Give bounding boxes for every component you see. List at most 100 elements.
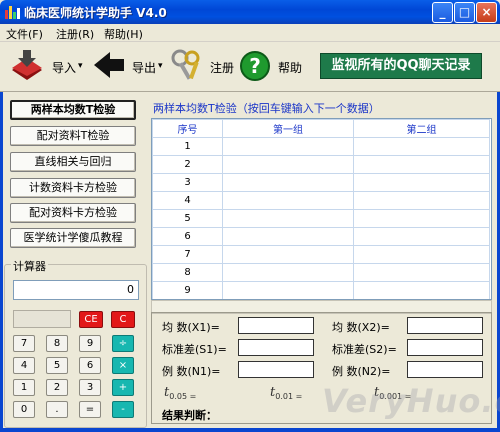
cell-group1[interactable] (222, 245, 354, 264)
back-arrow-icon[interactable] (92, 50, 126, 80)
window-title: 临床医师统计学助手 V4.0 (24, 6, 167, 20)
col-header-group2: 第二组 (353, 119, 490, 138)
col-header-group1: 第一组 (222, 119, 354, 138)
import-dropdown-icon[interactable]: ▾ (78, 61, 83, 71)
promo-banner[interactable]: 监视所有的QQ聊天记录 (320, 53, 482, 79)
data-grid[interactable]: 序号 第一组 第二组 1 2 3 4 5 6 7 8 9 (151, 118, 492, 300)
close-button[interactable]: × (476, 2, 497, 23)
btn-linear-regression[interactable]: 直线相关与回归 (10, 152, 136, 172)
calc-key-6[interactable]: 6 (79, 357, 101, 374)
calc-key-5[interactable]: 5 (46, 357, 68, 374)
calc-key-2[interactable]: 2 (46, 379, 68, 396)
table-row[interactable]: 7 (152, 245, 490, 264)
n1-field[interactable] (238, 361, 314, 378)
help-label[interactable]: 帮助 (278, 59, 302, 76)
menu-register[interactable]: 注册(R) (56, 26, 94, 42)
cell-group2[interactable] (353, 281, 490, 299)
cell-group2[interactable] (353, 209, 490, 228)
menu-bar: 文件(F) 注册(R) 帮助(H) (0, 24, 500, 42)
btn-tutorial[interactable]: 医学统计学傻瓜教程 (10, 228, 136, 248)
calc-c-button[interactable]: C (111, 311, 135, 328)
calc-key-1[interactable]: 1 (13, 379, 35, 396)
cell-group1[interactable] (222, 173, 354, 192)
calc-key-plus[interactable]: + (112, 379, 134, 396)
btn-paired-t-test[interactable]: 配对资料T检验 (10, 126, 136, 146)
cell-group2[interactable] (353, 245, 490, 264)
label-mean1: 均 数(X1)= (162, 321, 220, 334)
calc-key-multiply[interactable]: × (112, 357, 134, 374)
cell-group1[interactable] (222, 281, 354, 299)
table-row[interactable]: 8 (152, 263, 490, 282)
calc-key-7[interactable]: 7 (13, 335, 35, 352)
cell-group1[interactable] (222, 263, 354, 282)
calc-key-minus[interactable]: - (112, 401, 134, 418)
label-sd2: 标准差(S2)= (332, 343, 397, 356)
calculator-title: 计算器 (11, 258, 48, 274)
maximize-button[interactable]: □ (454, 2, 475, 23)
calc-ce-button[interactable]: CE (79, 311, 103, 328)
menu-help[interactable]: 帮助(H) (104, 26, 143, 42)
cell-group1[interactable] (222, 155, 354, 174)
btn-two-sample-t-test[interactable]: 两样本均数T检验 (10, 100, 136, 120)
t-critical-005: t0.05 = (164, 385, 197, 401)
n2-field[interactable] (407, 361, 483, 378)
col-header-index: 序号 (152, 119, 223, 138)
calculator-display: 0 (13, 280, 139, 300)
cell-group2[interactable] (353, 173, 490, 192)
sd1-field[interactable] (238, 339, 314, 356)
calc-key-4[interactable]: 4 (13, 357, 35, 374)
export-label[interactable]: 导出 (132, 59, 156, 76)
label-mean2: 均 数(X2)= (332, 321, 390, 334)
export-dropdown-icon[interactable]: ▾ (158, 61, 163, 71)
mean1-field[interactable] (238, 317, 314, 334)
calc-key-8[interactable]: 8 (46, 335, 68, 352)
window-frame-bottom (0, 428, 500, 432)
menu-file[interactable]: 文件(F) (6, 26, 43, 42)
t-critical-001: t0.01 = (270, 385, 303, 401)
scrollbar-thumb[interactable] (154, 303, 158, 311)
row-index: 6 (152, 227, 223, 246)
cell-group1[interactable] (222, 137, 354, 156)
calc-key-0[interactable]: 0 (13, 401, 35, 418)
t-test-panel: 两样本均数T检验（按回车键输入下一个数据） 序号 第一组 第二组 1 2 3 4… (149, 94, 494, 428)
row-index: 4 (152, 191, 223, 210)
btn-chi-square-count[interactable]: 计数资料卡方检验 (10, 178, 136, 198)
app-icon (4, 4, 20, 20)
row-index: 9 (152, 281, 223, 299)
input-hint: 两样本均数T检验（按回车键输入下一个数据） (153, 102, 380, 115)
cell-group2[interactable] (353, 137, 490, 156)
sd2-field[interactable] (407, 339, 483, 356)
cell-group1[interactable] (222, 227, 354, 246)
table-row[interactable]: 2 (152, 155, 490, 174)
cell-group1[interactable] (222, 191, 354, 210)
minimize-button[interactable]: _ (432, 2, 453, 23)
calc-key-3[interactable]: 3 (79, 379, 101, 396)
calc-key-equals[interactable]: = (79, 401, 101, 418)
table-row[interactable]: 4 (152, 191, 490, 210)
calc-key-9[interactable]: 9 (79, 335, 101, 352)
cell-group2[interactable] (353, 263, 490, 282)
calculator-panel: 计算器 0 CE C 7 8 9 ÷ 4 5 6 × 1 2 3 + 0 . =… (4, 258, 147, 428)
register-label[interactable]: 注册 (210, 59, 234, 76)
import-icon[interactable] (8, 48, 46, 82)
cell-group2[interactable] (353, 227, 490, 246)
row-index: 2 (152, 155, 223, 174)
cell-group1[interactable] (222, 209, 354, 228)
row-index: 7 (152, 245, 223, 264)
btn-chi-square-paired[interactable]: 配对资料卡方检验 (10, 203, 136, 223)
cell-group2[interactable] (353, 191, 490, 210)
table-row[interactable]: 9 (152, 281, 490, 299)
mean2-field[interactable] (407, 317, 483, 334)
table-row[interactable]: 1 (152, 137, 490, 156)
calc-key-divide[interactable]: ÷ (112, 335, 134, 352)
table-row[interactable]: 5 (152, 209, 490, 228)
keys-icon[interactable] (170, 48, 204, 84)
row-index: 3 (152, 173, 223, 192)
label-n2: 例 数(N2)= (332, 365, 391, 378)
help-icon[interactable]: ? (240, 51, 270, 81)
calc-key-dot[interactable]: . (46, 401, 68, 418)
table-row[interactable]: 3 (152, 173, 490, 192)
import-label[interactable]: 导入 (52, 59, 76, 76)
cell-group2[interactable] (353, 155, 490, 174)
table-row[interactable]: 6 (152, 227, 490, 246)
